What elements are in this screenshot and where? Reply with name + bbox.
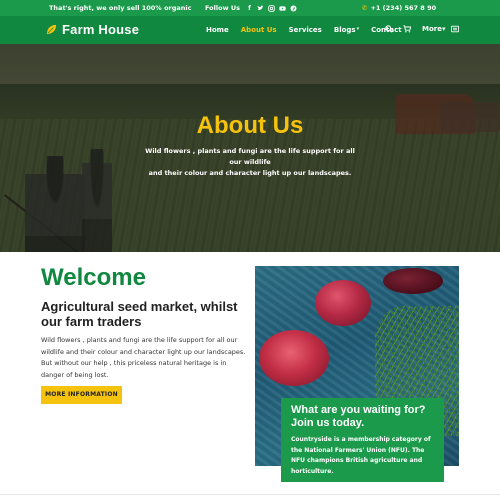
leaf-icon: [46, 24, 57, 35]
hero-description: Wild flowers , plants and fungi are the …: [140, 146, 360, 179]
callout-title: What are you waiting for? Join us today.: [291, 404, 426, 429]
chevron-down-icon: ▾: [356, 26, 360, 32]
image-tomato: [383, 268, 443, 294]
join-callout: What are you waiting for? Join us today.…: [281, 398, 444, 482]
chevron-down-icon: ▾: [441, 25, 446, 33]
nav-item-services[interactable]: Services: [289, 26, 328, 34]
hero-description-line: Wild flowers , plants and fungi are the …: [145, 147, 355, 166]
twitter-icon[interactable]: [257, 5, 264, 12]
cart-icon[interactable]: [403, 25, 412, 35]
site-logo[interactable]: Farm House: [46, 22, 139, 37]
facebook-icon[interactable]: f: [246, 4, 253, 12]
social-links: f: [246, 4, 297, 12]
logo-text: Farm House: [62, 22, 140, 37]
pinterest-icon[interactable]: [290, 4, 297, 12]
nav-item-blogs[interactable]: Blogs▾: [334, 26, 365, 34]
menu-icon[interactable]: [450, 25, 460, 35]
phone-icon: ✆: [362, 4, 368, 12]
follow-us: Follow Us f: [205, 4, 297, 12]
image-tomato: [315, 280, 371, 326]
phone-number: +1 (234) 567 8 90: [370, 4, 437, 12]
youtube-icon[interactable]: [279, 5, 286, 12]
nav-item-more-label: More: [422, 25, 442, 33]
nav-item-blogs-label: Blogs: [333, 26, 356, 34]
callout-text: Countryside is a membership category of …: [291, 436, 431, 475]
search-icon[interactable]: [385, 25, 393, 35]
page-title: About Us: [196, 112, 304, 139]
welcome-heading: Welcome: [41, 264, 146, 291]
top-info-bar: That's right, we only sell 100% organic …: [0, 0, 500, 16]
nav-item-about-us[interactable]: About Us: [241, 26, 283, 34]
section-divider: [0, 494, 500, 495]
welcome-subheading: Agricultural seed market, whilst our far…: [41, 299, 238, 329]
hero-description-line: and their colour and character light up …: [148, 169, 352, 177]
phone-contact[interactable]: ✆ +1 (234) 567 8 90: [362, 4, 436, 12]
instagram-icon[interactable]: [268, 4, 275, 12]
more-information-button[interactable]: MORE INFORMATION: [41, 386, 122, 404]
nav-item-home[interactable]: Home: [206, 26, 235, 34]
hero-banner: About Us Wild flowers , plants and fungi…: [0, 44, 500, 252]
main-navbar: Farm House Home About Us Services Blogs▾…: [0, 16, 500, 44]
image-tomato: [259, 330, 329, 386]
follow-label: Follow Us: [205, 4, 240, 12]
tagline: That's right, we only sell 100% organic: [49, 4, 192, 12]
welcome-body-text: Wild flowers , plants and fungi are the …: [41, 336, 246, 379]
nav-menu: Home About Us Services Blogs▾ Contact: [206, 16, 414, 44]
nav-item-more[interactable]: More▾: [422, 25, 446, 33]
